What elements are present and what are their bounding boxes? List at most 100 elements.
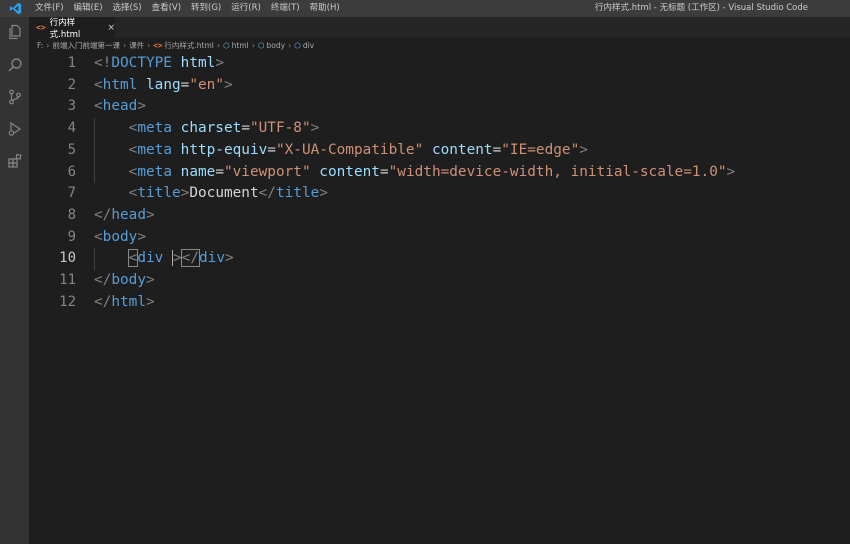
token-tag: DOCTYPE [111, 55, 172, 71]
token-punc: > [310, 120, 320, 137]
token-tag: meta [137, 141, 172, 158]
code-editor[interactable]: 1 <!DOCTYPE html> 2 <html lang="en"> 3 <head>… [29, 53, 850, 544]
code-line: 10 <div ></div> [29, 248, 850, 270]
code-text[interactable]: <head> [94, 96, 146, 118]
token-punc: </ [180, 249, 201, 268]
breadcrumb-item[interactable]: html [232, 41, 249, 50]
token-str: "X-UA-Compatible" [275, 141, 424, 158]
extensions-icon[interactable] [5, 151, 24, 170]
breadcrumb: F: › 前端入门前端第一课 › 课件 › <> 行内样式.html › ⬡ html › ⬡ body ›… [29, 38, 850, 53]
code-line: 1 <!DOCTYPE html> [29, 53, 850, 75]
token-tag: div [199, 250, 225, 267]
token-tag: title [275, 185, 320, 202]
code-text[interactable]: <!DOCTYPE html> [94, 53, 224, 75]
menu-item-5[interactable]: 运行(R) [226, 0, 266, 17]
breadcrumb-item[interactable]: 前端入门前端第一课 [52, 40, 120, 51]
line-number: 4 [67, 120, 76, 137]
breadcrumb-item[interactable]: div [303, 41, 314, 50]
activity-bar [0, 17, 29, 544]
breadcrumb-item[interactable]: F: [37, 41, 43, 50]
close-icon[interactable]: × [107, 23, 115, 33]
token-tag: title [137, 185, 181, 202]
token-punc: > [215, 55, 224, 71]
token-tag: head [102, 98, 138, 115]
source-control-icon[interactable] [5, 87, 24, 106]
token-tag: html [111, 293, 146, 310]
code-text[interactable]: <meta http-equiv="X-UA-Compatible" conte… [94, 140, 588, 162]
chevron-right-icon: › [251, 41, 255, 50]
token-tag: html [102, 76, 138, 93]
menu-item-4[interactable]: 转到(G) [186, 0, 226, 17]
tab-label: 行内样式.html [49, 17, 81, 40]
menu-item-6[interactable]: 终端(T) [266, 0, 305, 17]
code-text[interactable]: <html lang="en"> [94, 75, 233, 97]
token-attr: content [431, 141, 493, 158]
code-text[interactable]: <meta name="viewport" content="width=dev… [94, 162, 736, 184]
run-debug-icon[interactable] [5, 119, 24, 138]
breadcrumb-item[interactable]: body [267, 41, 286, 50]
token-tag: head [111, 206, 146, 223]
token-punc: > [137, 228, 146, 245]
line-number: 7 [67, 185, 76, 202]
code-line: 4 <meta charset="UTF-8"> [29, 118, 850, 140]
vscode-logo-icon [0, 0, 30, 17]
code-text[interactable]: <body> [94, 227, 146, 249]
code-text[interactable]: </body> [94, 270, 155, 292]
element-tag-icon: ⬡ [257, 41, 265, 50]
token-punc: > [225, 250, 234, 267]
menu-item-3[interactable]: 查看(V) [147, 0, 186, 17]
line-number: 11 [59, 272, 76, 288]
token-punc: < [94, 76, 103, 93]
code-text[interactable]: <div ></div> [94, 248, 234, 270]
token-text: = [241, 120, 250, 137]
token-attr: charset [180, 120, 242, 137]
code-line: 3 <head> [29, 96, 850, 118]
code-text[interactable]: <title>Document</title> [94, 183, 328, 205]
token-punc: > [145, 206, 155, 223]
token-attr: http-equiv [180, 141, 268, 158]
menu-item-2[interactable]: 选择(S) [108, 0, 147, 17]
token-punc: <! [94, 55, 112, 71]
token-str: "width=device-width, initial-scale=1.0" [388, 163, 727, 180]
token-str: "en" [189, 76, 224, 93]
window-title: 行内样式.html - 无标题 (工作区) - Visual Studio Co… [595, 3, 808, 13]
code-text[interactable]: <meta charset="UTF-8"> [94, 118, 320, 140]
line-number: 6 [67, 163, 76, 180]
code-line: 7 <title>Document</title> [29, 183, 850, 205]
token-punc: > [223, 76, 233, 93]
breadcrumb-item[interactable]: 课件 [129, 40, 144, 51]
token-punc: </ [94, 272, 112, 288]
element-tag-icon: ⬡ [294, 41, 301, 50]
menu-item-7[interactable]: 帮助(H) [305, 0, 345, 17]
code-text[interactable]: </html> [94, 292, 155, 314]
token-text: = [267, 141, 276, 158]
code-line: 11 </body> [29, 270, 850, 292]
line-number: 12 [59, 293, 76, 310]
breadcrumb-item[interactable]: 行内样式.html [164, 40, 213, 51]
line-number: 5 [67, 141, 76, 158]
code-line: 8 </head> [29, 205, 850, 227]
code-text[interactable]: </head> [94, 205, 155, 227]
explorer-icon[interactable] [5, 22, 24, 41]
token-attr: html [180, 55, 216, 71]
menu-item-1[interactable]: 编辑(E) [69, 0, 108, 17]
code-line: 12 </html> [29, 292, 850, 314]
code-line: 5 <meta http-equiv="X-UA-Compatible" con… [29, 140, 850, 162]
title-bar: 文件(F) 编辑(E) 选择(S) 查看(V) 转到(G) 运行(R) 终端(T) 帮助(H)… [0, 0, 850, 17]
token-attr: content [319, 163, 380, 180]
line-number: 8 [67, 206, 76, 223]
search-icon[interactable] [5, 55, 24, 74]
token-punc: < [94, 228, 103, 245]
tab-inline-style-html[interactable]: <> 行内样式.html × [29, 17, 115, 40]
menu-item-0[interactable]: 文件(F) [30, 0, 69, 17]
token-tag: div [137, 250, 164, 267]
